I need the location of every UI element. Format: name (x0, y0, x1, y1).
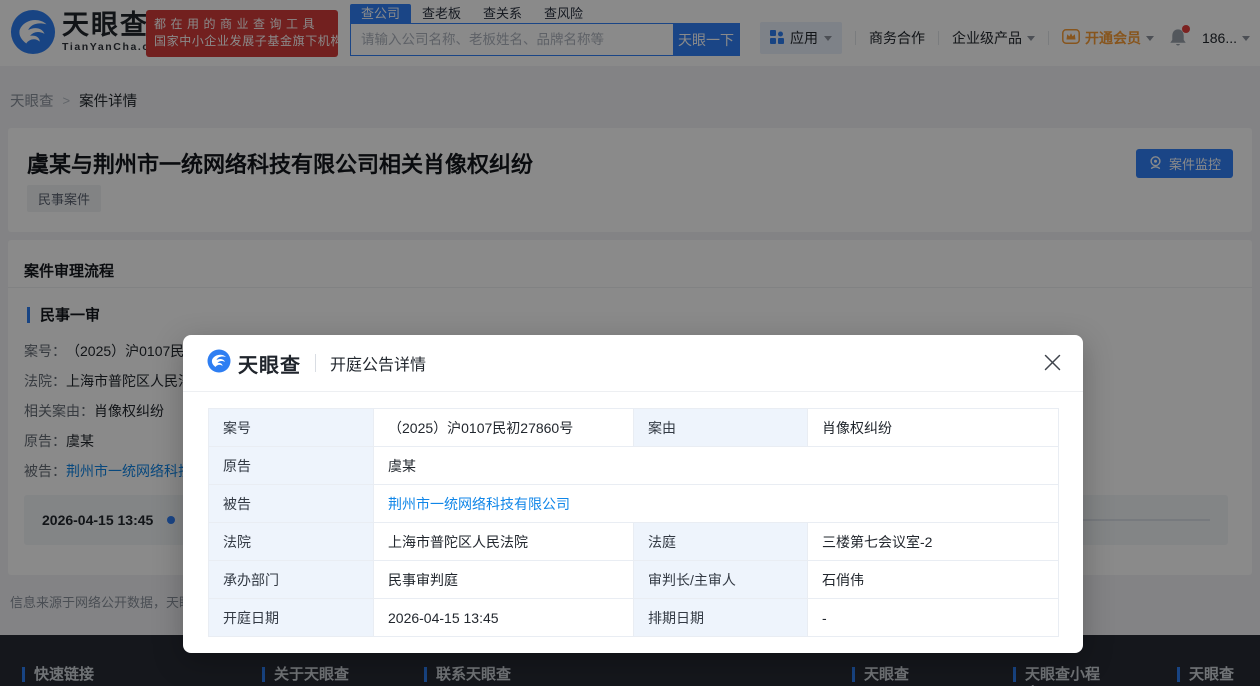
cell-value: 石俏伟 (807, 560, 1059, 599)
cell-value: 上海市普陀区人民法院 (373, 522, 634, 561)
table-row: 案号 （2025）沪0107民初27860号 案由 肖像权纠纷 (208, 408, 1059, 447)
tianyancha-logo-icon (207, 349, 231, 378)
cell-label: 法院 (208, 522, 374, 561)
cell-value: - (807, 598, 1059, 637)
table-row: 承办部门 民事审判庭 审判长/主审人 石俏伟 (208, 560, 1059, 599)
table-row: 原告 虞某 (208, 446, 1059, 485)
modal-header-divider (315, 354, 316, 372)
cell-label: 排期日期 (633, 598, 808, 637)
hearing-detail-table: 案号 （2025）沪0107民初27860号 案由 肖像权纠纷 原告 虞某 被告… (208, 408, 1059, 637)
cell-value: 三楼第七会议室-2 (807, 522, 1059, 561)
cell-label: 开庭日期 (208, 598, 374, 637)
modal-brand: 天眼查 (238, 354, 301, 377)
table-row: 法院 上海市普陀区人民法院 法庭 三楼第七会议室-2 (208, 522, 1059, 561)
cell-label: 原告 (208, 446, 374, 485)
defendant-company-link[interactable]: 荆州市一统网络科技有限公司 (388, 496, 570, 512)
cell-value: 民事审判庭 (373, 560, 634, 599)
cell-label: 审判长/主审人 (633, 560, 808, 599)
cell-value: （2025）沪0107民初27860号 (373, 408, 634, 447)
modal-title: 开庭公告详情 (330, 357, 427, 374)
modal-header: 天眼查 开庭公告详情 (183, 335, 1083, 392)
cell-label: 承办部门 (208, 560, 374, 599)
cell-value: 虞某 (373, 446, 1059, 485)
table-row: 被告 荆州市一统网络科技有限公司 (208, 484, 1059, 523)
cell-value: 2026-04-15 13:45 (373, 598, 634, 637)
modal-close-button[interactable] (1042, 354, 1062, 374)
page: 天眼查 TianYanCha.com 都在用的商业查询工具 国家中小企业发展子基… (0, 0, 1260, 686)
table-row: 开庭日期 2026-04-15 13:45 排期日期 - (208, 598, 1059, 637)
cell-label: 被告 (208, 484, 374, 523)
cell-label: 法庭 (633, 522, 808, 561)
close-icon (1044, 354, 1060, 371)
cell-value: 荆州市一统网络科技有限公司 (373, 484, 1059, 523)
cell-label: 案号 (208, 408, 374, 447)
cell-value: 肖像权纠纷 (807, 408, 1059, 447)
hearing-detail-modal: 天眼查 开庭公告详情 案号 （2025）沪0107民初27860号 案由 肖像权… (183, 335, 1083, 653)
cell-label: 案由 (633, 408, 808, 447)
